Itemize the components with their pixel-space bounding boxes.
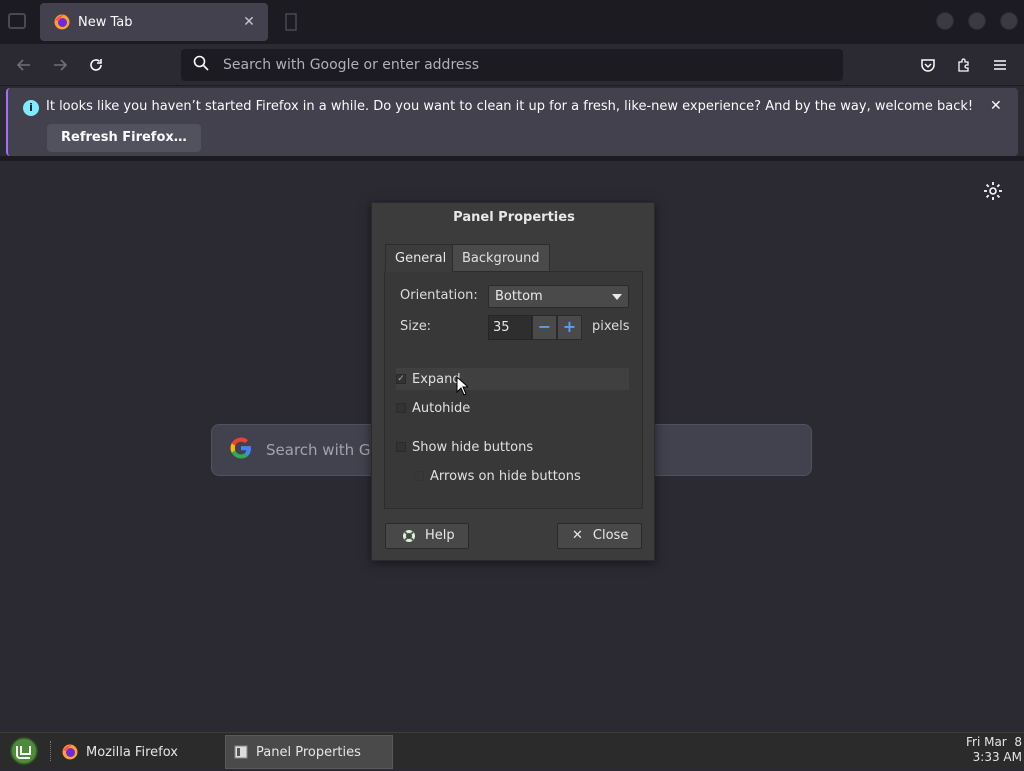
show-hide-buttons-checkbox[interactable]: Show hide buttons (396, 436, 533, 458)
forward-button[interactable] (46, 51, 74, 79)
google-logo-icon (228, 435, 254, 465)
taskbar-item-firefox[interactable]: Mozilla Firefox (54, 735, 222, 769)
chevron-down-icon (612, 294, 622, 300)
new-tab-button[interactable] (284, 12, 302, 32)
taskbar-item-label: Mozilla Firefox (86, 744, 178, 760)
tab-background[interactable]: Background (452, 244, 550, 272)
autohide-label: Autohide (412, 400, 471, 416)
size-input[interactable]: 35 (488, 315, 532, 340)
tab-general[interactable]: General (385, 244, 457, 272)
show-hide-buttons-label: Show hide buttons (412, 439, 534, 455)
tab-title: New Tab (78, 14, 133, 30)
pocket-button[interactable] (914, 51, 942, 79)
taskbar-item-label: Panel Properties (256, 744, 361, 760)
close-window-button[interactable] (1000, 12, 1018, 30)
size-increment-button[interactable]: + (557, 315, 582, 340)
help-label: Help (425, 528, 455, 543)
checkbox-checked-icon: ✓ (396, 374, 406, 384)
checkbox-unchecked-icon (396, 403, 406, 413)
start-menu-button[interactable] (6, 735, 42, 767)
taskbar-separator (50, 741, 53, 761)
expand-label: Expand (412, 371, 461, 387)
hamburger-icon (994, 60, 1006, 70)
checkbox-disabled-icon (414, 471, 424, 481)
clock[interactable]: Fri Mar 8 3:33 AM (950, 735, 1022, 765)
reload-button[interactable] (82, 51, 110, 79)
toolbar-separator (0, 156, 1024, 161)
clock-date: Fri Mar 8 (965, 735, 1022, 749)
url-bar-placeholder: Search with Google or enter address (223, 57, 480, 73)
tab-new-tab[interactable]: New Tab ✕ (40, 3, 268, 41)
arrows-on-hide-buttons-checkbox[interactable]: Arrows on hide buttons (414, 465, 581, 487)
notification-message: It looks like you haven’t started Firefo… (46, 99, 974, 114)
notification-bar: i It looks like you haven’t started Fire… (6, 88, 1018, 156)
close-button[interactable]: ✕ Close (557, 523, 642, 549)
tab-strip: New Tab ✕ (0, 0, 1024, 44)
checkbox-unchecked-icon (396, 442, 406, 452)
size-unit: pixels (592, 319, 630, 334)
help-button[interactable]: Help (385, 523, 469, 549)
maximize-button[interactable] (968, 12, 986, 30)
size-label: Size: (400, 319, 432, 334)
close-icon: ✕ (572, 528, 583, 543)
reload-icon (90, 59, 102, 71)
orientation-value: Bottom (495, 289, 543, 304)
mouse-pointer-icon (456, 375, 470, 400)
firefox-logo-icon (62, 744, 78, 760)
autohide-checkbox[interactable]: Autohide (396, 397, 470, 419)
minimize-button[interactable] (936, 12, 954, 30)
taskbar: Mozilla Firefox Panel Properties Fri Mar… (0, 732, 1024, 769)
orientation-select[interactable]: Bottom (488, 285, 629, 308)
mint-logo-icon (10, 737, 38, 765)
size-decrement-button[interactable]: − (532, 315, 557, 340)
window-icon (234, 745, 248, 759)
panel-properties-dialog: Panel Properties General Background Orie… (371, 202, 655, 561)
search-icon (193, 55, 209, 75)
info-icon: i (23, 100, 39, 116)
help-lifebuoy-icon (402, 529, 416, 543)
refresh-firefox-button[interactable]: Refresh Firefox… (47, 124, 201, 152)
pocket-icon (921, 59, 935, 72)
url-bar[interactable]: Search with Google or enter address (181, 49, 843, 81)
tab-close-icon[interactable]: ✕ (240, 14, 258, 30)
extensions-button[interactable] (950, 51, 978, 79)
back-arrow-icon (16, 59, 30, 71)
arrows-on-hide-buttons-label: Arrows on hide buttons (430, 468, 581, 484)
firefox-view-icon[interactable] (6, 10, 28, 32)
clock-time: 3:33 AM (972, 750, 1022, 764)
puzzle-icon (958, 58, 969, 72)
orientation-label: Orientation: (400, 288, 478, 303)
dialog-title: Panel Properties (453, 210, 575, 225)
back-button[interactable] (10, 51, 38, 79)
firefox-logo-icon (54, 14, 70, 30)
navigation-toolbar: Search with Google or enter address (0, 44, 1024, 86)
menu-button[interactable] (986, 51, 1014, 79)
close-label: Close (592, 528, 629, 543)
notification-close-icon[interactable]: ✕ (990, 98, 1002, 114)
forward-arrow-icon (54, 59, 68, 71)
gear-icon[interactable] (982, 180, 1004, 202)
expand-checkbox[interactable]: ✓ Expand (396, 368, 629, 390)
taskbar-item-panel-properties[interactable]: Panel Properties (225, 735, 393, 769)
